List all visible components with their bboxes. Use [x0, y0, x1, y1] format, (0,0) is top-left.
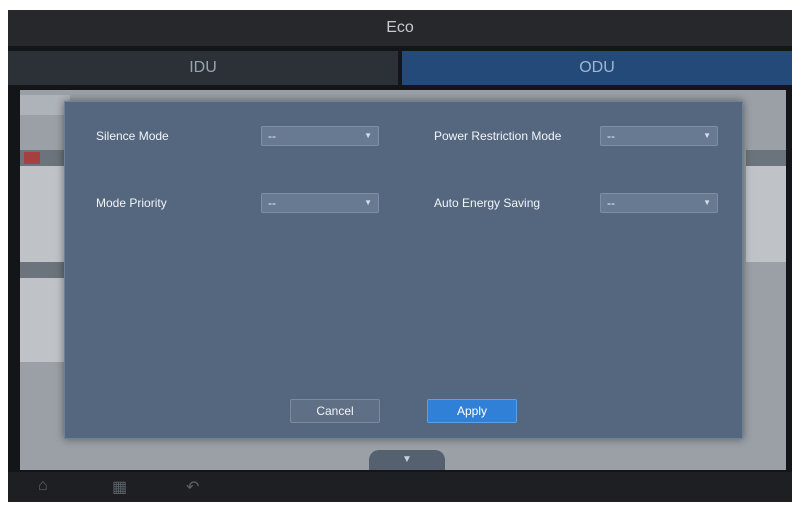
alarm-badge: [24, 152, 40, 164]
apply-button[interactable]: Apply: [427, 399, 517, 423]
caret-down-icon: ▼: [703, 198, 711, 207]
mode-priority-label: Mode Priority: [96, 196, 167, 210]
tab-bar: IDU ODU: [8, 51, 792, 85]
caret-down-icon: ▼: [703, 131, 711, 140]
silence-mode-select[interactable]: -- ▼: [261, 126, 379, 146]
eco-settings-dialog: Silence Mode -- ▼ Power Restriction Mode…: [64, 101, 743, 439]
list-view-toggle[interactable]: [20, 95, 70, 115]
power-restriction-mode-select[interactable]: -- ▼: [600, 126, 718, 146]
tab-odu[interactable]: ODU: [402, 51, 792, 85]
home-icon[interactable]: ⌂: [38, 477, 48, 495]
auto-energy-saving-label: Auto Energy Saving: [434, 196, 541, 210]
silence-mode-label: Silence Mode: [96, 129, 169, 143]
expand-handle[interactable]: ▼: [369, 450, 445, 470]
power-restriction-mode-value: --: [607, 129, 615, 143]
chevron-down-icon: ▼: [402, 454, 412, 465]
cancel-button[interactable]: Cancel: [290, 399, 380, 423]
tab-idu[interactable]: IDU: [8, 51, 398, 85]
bottom-nav: ⌂ ▦ ↶: [8, 472, 792, 502]
auto-energy-saving-value: --: [607, 196, 615, 210]
caret-down-icon: ▼: [364, 131, 372, 140]
title-bar: Eco: [8, 10, 792, 46]
grid-icon[interactable]: ▦: [112, 477, 127, 497]
auto-energy-saving-select[interactable]: -- ▼: [600, 193, 718, 213]
unit-card[interactable]: [746, 150, 786, 262]
unit-card-header: [746, 150, 786, 166]
silence-mode-value: --: [268, 129, 276, 143]
power-restriction-mode-label: Power Restriction Mode: [434, 129, 562, 143]
page-title: Eco: [386, 19, 414, 36]
caret-down-icon: ▼: [364, 198, 372, 207]
mode-priority-select[interactable]: -- ▼: [261, 193, 379, 213]
back-icon[interactable]: ↶: [186, 477, 199, 497]
mode-priority-value: --: [268, 196, 276, 210]
